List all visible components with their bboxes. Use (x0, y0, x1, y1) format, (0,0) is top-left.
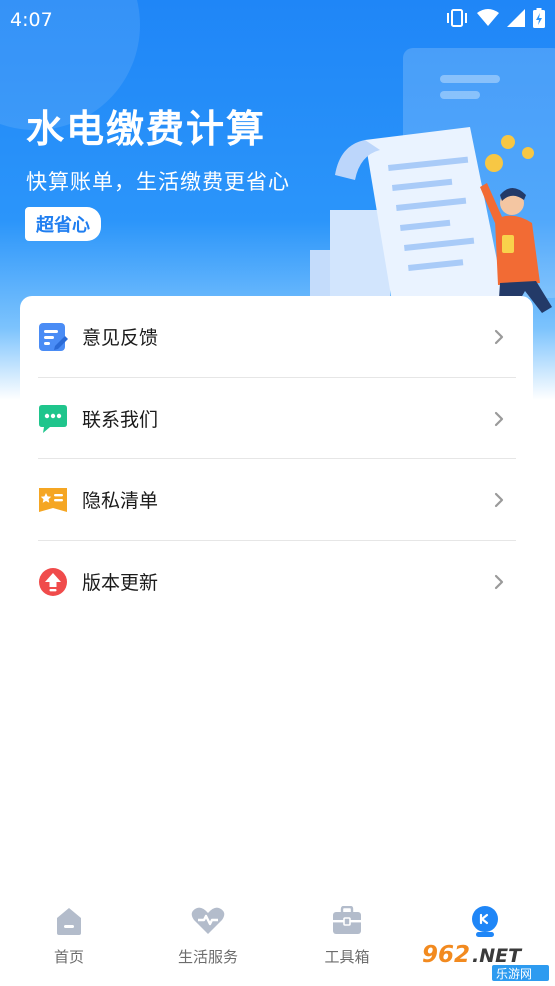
svg-text:乐游网: 乐游网 (496, 967, 532, 981)
status-time: 4:07 (10, 9, 53, 31)
wifi-icon (477, 9, 499, 31)
tab-life-service-label: 生活服务 (177, 948, 238, 966)
tab-home[interactable]: 首页 (14, 904, 124, 974)
hero-title: 水电缴费计算 (26, 107, 267, 151)
hero-subtitle: 快算账单，生活缴费更省心 (26, 170, 290, 194)
svg-text:.NET: .NET (472, 945, 523, 967)
menu-item-update-label: 版本更新 (82, 572, 159, 594)
feedback-icon (38, 322, 68, 352)
profile-icon (468, 904, 502, 938)
menu-item-privacy[interactable]: 隐私清单 (38, 459, 516, 540)
tab-toolbox-label: 工具箱 (324, 948, 370, 966)
toolbox-icon (330, 904, 364, 938)
privacy-list-icon (38, 485, 68, 515)
vibrate-icon (445, 8, 469, 32)
chevron-right-icon (492, 490, 506, 510)
chevron-right-icon (492, 327, 506, 347)
menu-card: 意见反馈 联系我们 隐私清单 版本更新 (20, 296, 533, 626)
chevron-right-icon (492, 409, 506, 429)
life-service-icon (191, 904, 225, 938)
menu-item-feedback[interactable]: 意见反馈 (38, 296, 516, 377)
menu-item-update[interactable]: 版本更新 (38, 541, 516, 622)
home-icon (52, 904, 86, 938)
menu-item-contact[interactable]: 联系我们 (38, 378, 516, 459)
tab-life-service[interactable]: 生活服务 (153, 904, 263, 974)
status-icons (445, 8, 545, 32)
menu-item-privacy-label: 隐私清单 (82, 490, 159, 512)
tab-toolbox[interactable]: 工具箱 (292, 904, 402, 974)
battery-icon (533, 8, 545, 32)
status-bar: 4:07 (0, 0, 555, 40)
tab-home-label: 首页 (53, 948, 84, 966)
site-watermark-logo: 962 .NET 乐游网 (416, 938, 551, 982)
hero-badge: 超省心 (25, 207, 101, 241)
update-icon (38, 567, 68, 597)
menu-item-contact-label: 联系我们 (82, 409, 159, 431)
chevron-right-icon (492, 572, 506, 592)
bill-illustration (310, 48, 555, 320)
signal-icon (507, 9, 525, 31)
svg-text:962: 962 (422, 942, 470, 968)
chat-icon (38, 404, 68, 434)
menu-item-feedback-label: 意见反馈 (82, 327, 159, 349)
